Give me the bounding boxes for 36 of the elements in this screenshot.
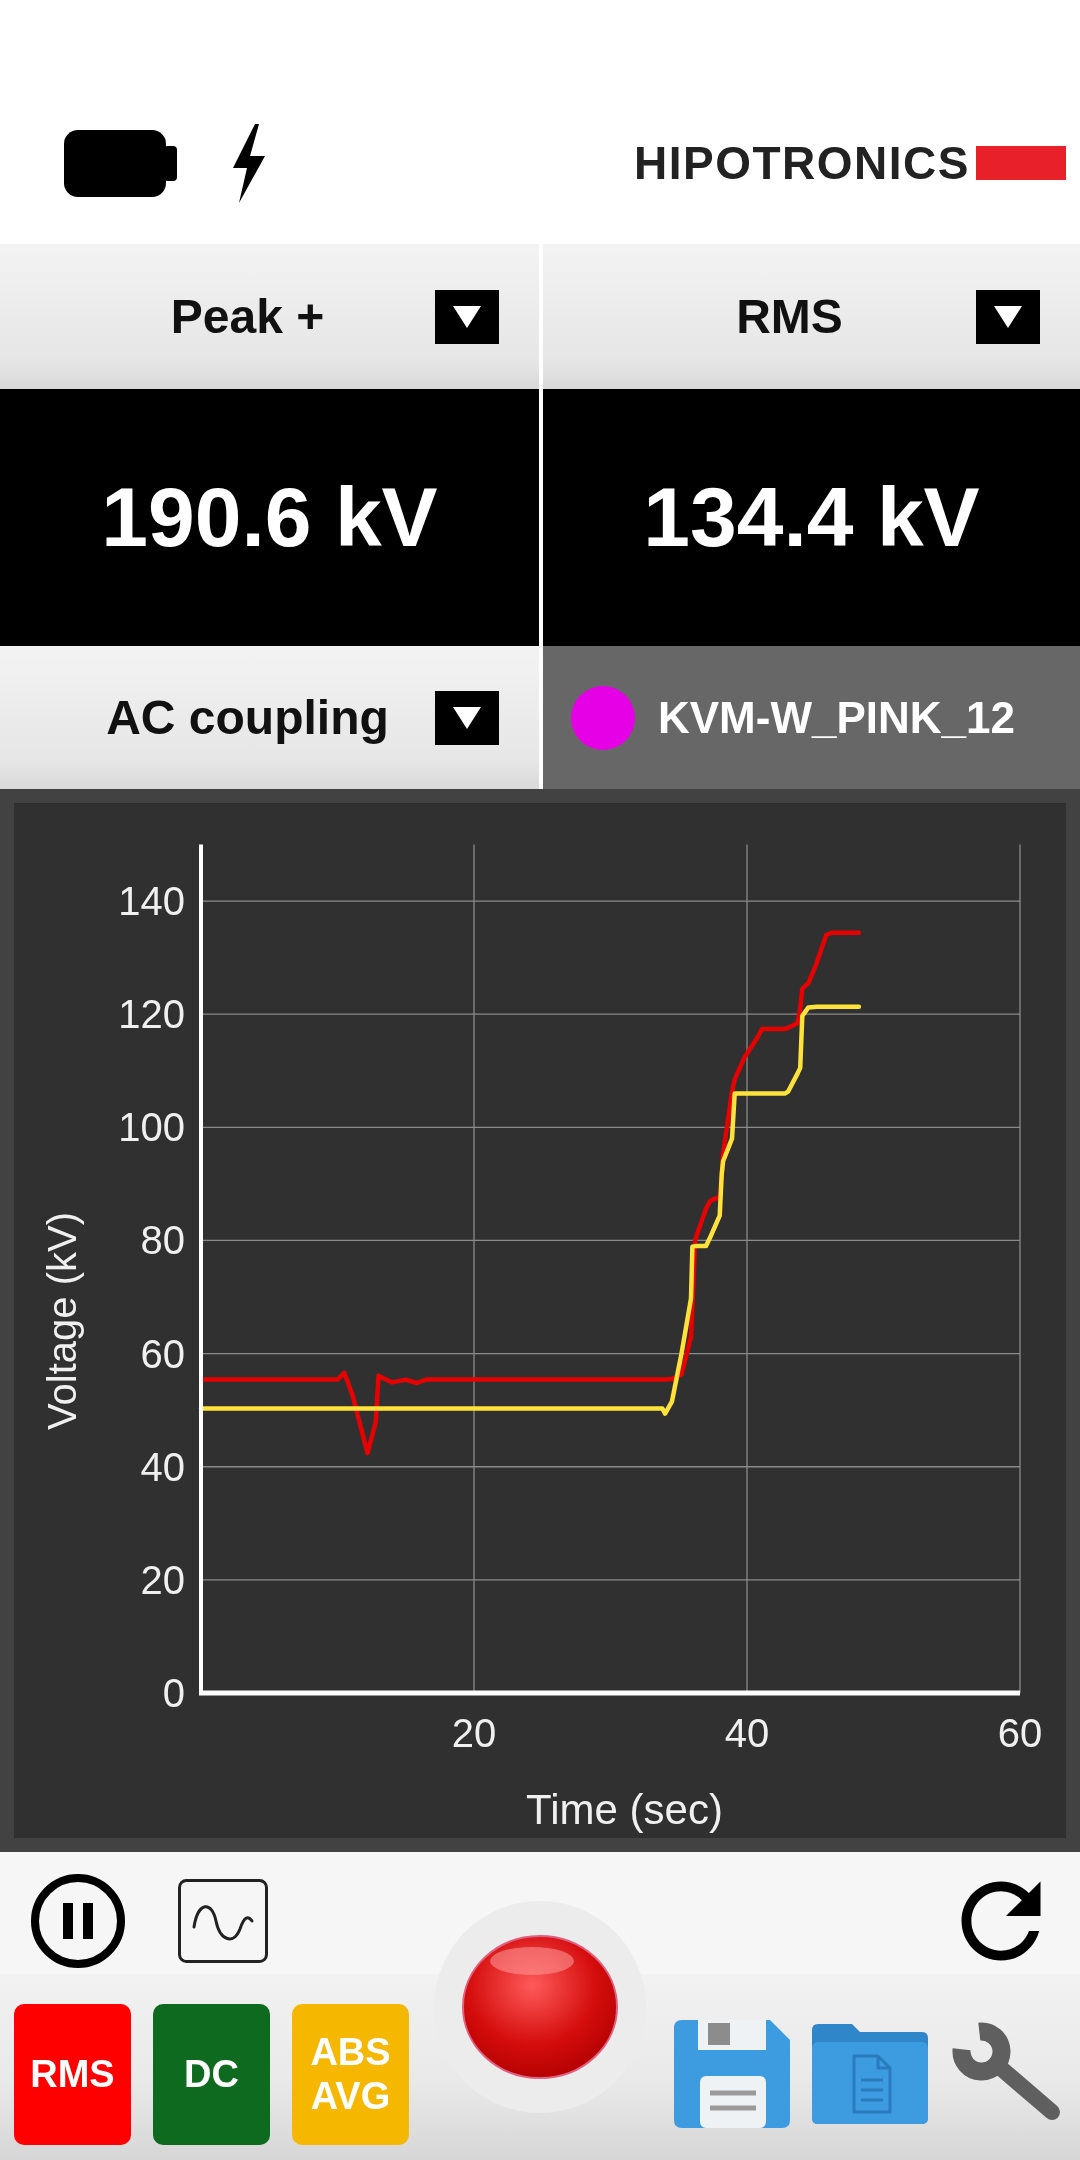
dropdown-button[interactable] [435, 289, 499, 344]
mode-button[interactable]: DC [153, 2004, 270, 2145]
axis-tick-label: 60 [140, 1331, 185, 1376]
wrench-icon[interactable] [950, 2020, 1061, 2121]
axis-tick-label: 100 [118, 1105, 185, 1150]
logo-text: HIPOTRONICS [634, 140, 970, 186]
axis-tick-label: 140 [118, 879, 185, 924]
mode-label: RMS [736, 289, 843, 344]
caret-down-icon [994, 305, 1022, 328]
caret-down-icon [453, 706, 481, 729]
axis-title: Time (sec) [526, 1786, 723, 1833]
axis-tick-label: 0 [162, 1671, 185, 1715]
measurement-value: 134.4 kV [643, 469, 980, 566]
axis-tick-label: 60 [997, 1711, 1043, 1755]
logo-bar-icon [976, 146, 1066, 180]
channel-name: KVM-W_PINK_12 [658, 692, 1015, 743]
battery-icon [64, 129, 177, 197]
mode-label: Peak + [170, 289, 325, 344]
mode-button[interactable]: RMS [14, 2004, 131, 2145]
sine-wave-icon[interactable] [178, 1879, 268, 1963]
axis-tick-label: 40 [724, 1711, 770, 1755]
refresh-icon[interactable] [961, 1881, 1041, 1961]
measurement-value: 190.6 kV [101, 469, 438, 566]
dropdown-button[interactable] [435, 690, 499, 745]
pause-icon[interactable] [30, 1873, 126, 1969]
dropdown-button[interactable] [976, 289, 1040, 344]
axis-tick-label: 80 [140, 1218, 185, 1263]
axis-tick-label: 20 [140, 1557, 185, 1602]
save-icon[interactable] [674, 2020, 790, 2128]
coupling-label: AC coupling [106, 690, 389, 745]
axis-tick-label: 120 [118, 992, 185, 1037]
axis-tick-label: 40 [140, 1444, 185, 1489]
axis-title: Voltage (kV) [40, 1212, 84, 1430]
caret-down-icon [453, 305, 481, 328]
axis-tick-label: 20 [451, 1711, 497, 1755]
record-icon [462, 1935, 618, 2079]
